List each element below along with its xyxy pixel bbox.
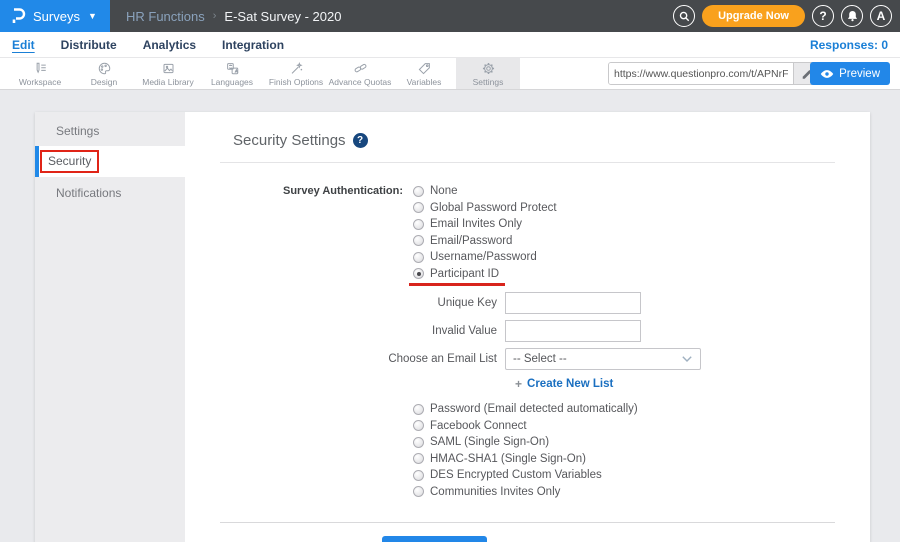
settings-panel: Settings Security Notifications Security… [35,112,870,542]
email-list-select[interactable]: -- Select -- [505,348,701,370]
chain-link-icon [353,61,368,76]
radio-option-password-email-auto[interactable]: Password (Email detected automatically) [413,401,870,418]
radio-icon[interactable] [413,219,424,230]
tab-analytics[interactable]: Analytics [143,38,196,52]
chevron-down-icon [682,356,692,362]
radio-option-email-password[interactable]: Email/Password [413,233,870,250]
toolbar-item-languages[interactable]: Languages [200,58,264,89]
radio-icon[interactable] [413,486,424,497]
radio-icon[interactable] [413,202,424,213]
magic-wand-icon [289,61,304,76]
product-switcher[interactable]: Surveys ▼ [0,0,110,32]
radio-option-communities-invites[interactable]: Communities Invites Only [413,484,870,501]
toolbar-item-design[interactable]: Design [72,58,136,89]
workspace-icon [33,61,48,76]
radio-icon[interactable] [413,453,424,464]
radio-icon-selected[interactable] [413,268,424,279]
translate-icon [225,61,240,76]
responses-count[interactable]: Responses: 0 [810,38,888,52]
settings-sidebar: Settings Security Notifications [35,112,185,542]
radio-icon[interactable] [413,437,424,448]
toolbar-item-advance-quotas[interactable]: Advance Quotas [328,58,392,89]
survey-tab-bar: Edit Distribute Analytics Integration Re… [0,32,900,58]
gear-icon [481,61,496,76]
invalid-value-input[interactable] [505,320,641,342]
radio-option-facebook-connect[interactable]: Facebook Connect [413,418,870,435]
divider-bottom [220,522,835,523]
unique-key-input[interactable] [505,292,641,314]
page-background: Settings Security Notifications Security… [0,90,900,542]
tab-integration[interactable]: Integration [222,38,284,52]
divider-top [220,162,835,163]
radio-icon[interactable] [413,470,424,481]
toolbar-item-variables[interactable]: Variables [392,58,456,89]
sidebar-item-security[interactable]: Security [35,146,185,177]
tag-icon [417,61,432,76]
search-icon [679,11,690,22]
image-icon [161,61,176,76]
radio-option-saml[interactable]: SAML (Single Sign-On) [413,434,870,451]
unique-key-label: Unique Key [383,297,505,309]
tab-edit[interactable]: Edit [12,38,35,52]
email-list-label: Choose an Email List [383,353,505,365]
radio-icon[interactable] [413,186,424,197]
upgrade-now-button[interactable]: Upgrade Now [702,5,805,27]
invalid-value-label: Invalid Value [383,325,505,337]
breadcrumb-separator: › [213,10,217,22]
unique-key-row: Unique Key [383,292,870,314]
email-list-row: Choose an Email List -- Select -- [383,348,870,370]
radio-option-email-invites[interactable]: Email Invites Only [413,216,870,233]
help-circle-icon[interactable]: ? [353,133,368,148]
breadcrumb: HR Functions › E-Sat Survey - 2020 [126,9,341,24]
save-changes-button[interactable]: Save Changes [382,536,487,542]
radio-option-username-password[interactable]: Username/Password [413,249,870,266]
eye-icon [820,69,834,79]
sidebar-item-notifications[interactable]: Notifications [35,177,185,208]
radio-option-global-password[interactable]: Global Password Protect [413,200,870,217]
survey-authentication-label: Survey Authentication: [185,183,413,500]
page-title: Security Settings [233,132,346,149]
radio-icon[interactable] [413,404,424,415]
red-annotation-underline [409,283,505,286]
survey-url-field [608,62,820,85]
topbar-actions: Upgrade Now ? A [673,0,892,32]
survey-url-input[interactable] [609,63,793,84]
preview-button[interactable]: Preview [810,62,890,85]
invalid-value-row: Invalid Value [383,320,870,342]
palette-icon [97,61,112,76]
breadcrumb-survey-title: E-Sat Survey - 2020 [224,9,341,24]
tab-distribute[interactable]: Distribute [61,38,117,52]
toolbar-item-settings[interactable]: Settings [456,58,520,89]
chevron-down-icon: ▼ [88,11,97,21]
toolbar-item-finish-options[interactable]: Finish Options [264,58,328,89]
bell-icon [847,10,858,22]
notifications-button[interactable] [841,5,863,27]
toolbar-item-media-library[interactable]: Media Library [136,58,200,89]
radio-option-participant-id[interactable]: Participant ID [413,266,870,283]
sidebar-item-settings[interactable]: Settings [35,115,185,146]
questionpro-logo-icon [10,7,26,25]
radio-icon[interactable] [413,420,424,431]
edit-toolbar: Workspace Design Media Library Languages… [0,58,900,90]
search-button[interactable] [673,5,695,27]
breadcrumb-folder[interactable]: HR Functions [126,9,205,24]
red-annotation-box: Security [40,150,99,173]
radio-option-none[interactable]: None [413,183,870,200]
authentication-form: Survey Authentication: None Global Passw… [185,183,870,500]
authentication-options: None Global Password Protect Email Invit… [413,183,870,500]
help-button[interactable]: ? [812,5,834,27]
radio-option-des-encrypted[interactable]: DES Encrypted Custom Variables [413,467,870,484]
radio-icon[interactable] [413,252,424,263]
account-avatar[interactable]: A [870,5,892,27]
security-settings-main: Security Settings ? Survey Authenticatio… [185,112,870,542]
create-new-list-link[interactable]: + Create New List [515,377,870,391]
radio-option-hmac-sha1[interactable]: HMAC-SHA1 (Single Sign-On) [413,451,870,468]
radio-icon[interactable] [413,235,424,246]
top-bar: Surveys ▼ HR Functions › E-Sat Survey - … [0,0,900,32]
plus-icon: + [515,377,522,391]
product-menu-label: Surveys [33,9,80,24]
toolbar-item-workspace[interactable]: Workspace [8,58,72,89]
